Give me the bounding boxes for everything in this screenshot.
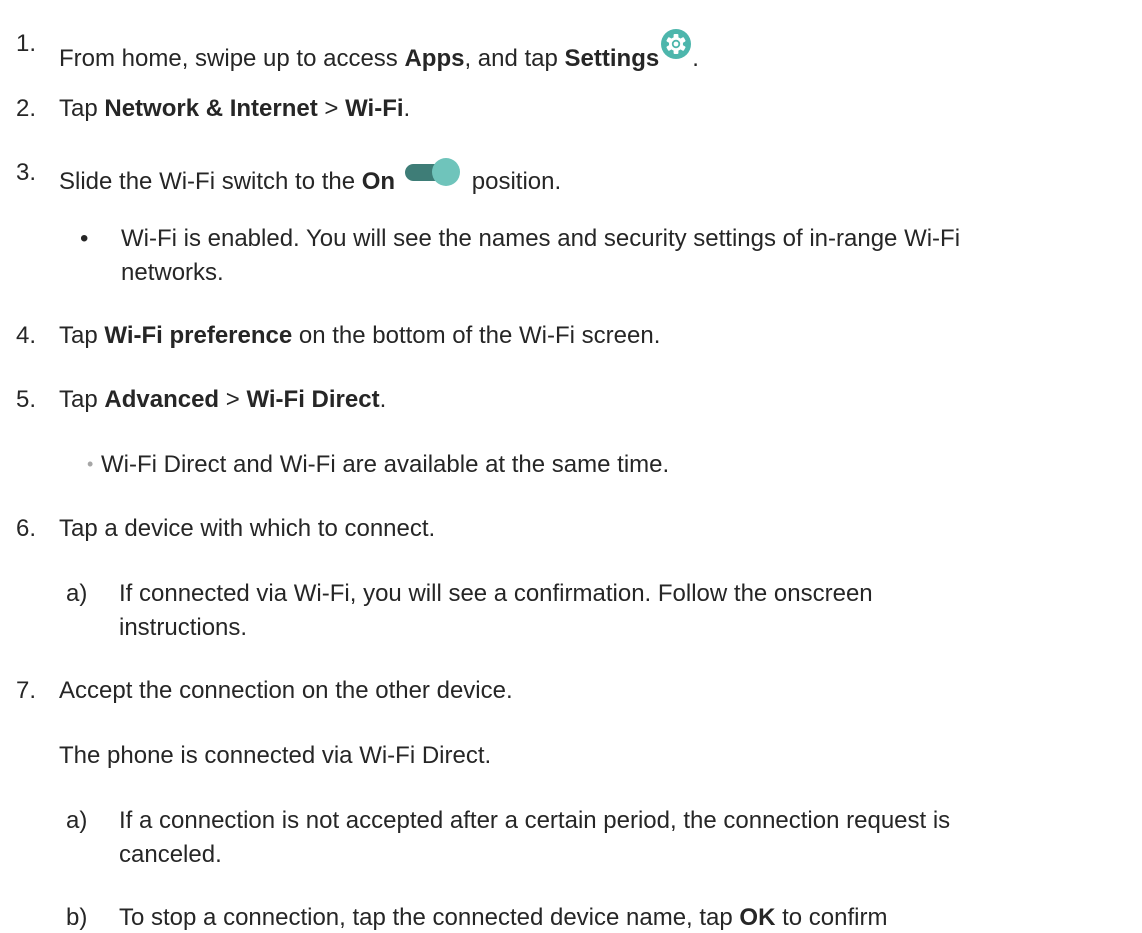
network-internet-label: Network & Internet [104, 95, 318, 122]
step-text: Tap a device with which to connect. [59, 515, 436, 542]
sub-line-1: To stop a connection, tap the connected … [119, 904, 888, 931]
sub-label: b) [66, 904, 88, 931]
instructions-document: 1. From home, swipe up to access Apps, a… [0, 0, 1142, 931]
settings-label: Settings [564, 45, 660, 72]
advanced-label: Advanced [104, 386, 220, 413]
step-number: 7. [16, 677, 37, 704]
note-text: Wi-Fi Direct and Wi-Fi are available at … [101, 451, 670, 478]
step-text: Tap Wi-Fi preference on the bottom of th… [59, 322, 661, 349]
sub-line-2: instructions. [119, 614, 248, 641]
step-number: 1. [16, 30, 37, 57]
step-number: 3. [16, 159, 37, 186]
sub-line-2: canceled. [119, 841, 222, 868]
sub-label: a) [66, 807, 88, 834]
step-text: Tap Network & Internet > Wi-Fi. [59, 95, 411, 122]
gear-icon [659, 28, 692, 76]
note-line-1: Wi-Fi is enabled. You will see the names… [121, 225, 961, 252]
on-label: On [361, 168, 396, 195]
bullet-marker: • [80, 225, 89, 252]
step-number: 5. [16, 386, 37, 413]
note-line-2: networks. [121, 259, 224, 286]
toggle-switch-on-icon [395, 157, 465, 199]
step-number: 6. [16, 515, 37, 542]
step-text: Tap Advanced > Wi-Fi Direct. [59, 386, 387, 413]
sub-line-1: If connected via Wi-Fi, you will see a c… [119, 580, 873, 607]
sub-label: a) [66, 580, 88, 607]
step-number: 2. [16, 95, 37, 122]
result-text: The phone is connected via Wi-Fi Direct. [59, 742, 492, 769]
step-text: From home, swipe up to access Apps, and … [59, 28, 699, 76]
apps-label: Apps [404, 45, 465, 72]
wifi-preference-label: Wi-Fi preference [104, 322, 293, 349]
ok-label: OK [739, 904, 776, 931]
step-text: Slide the Wi-Fi switch to the On positio… [59, 157, 561, 199]
step-text: Accept the connection on the other devic… [59, 677, 513, 704]
wifi-direct-label: Wi-Fi Direct [246, 386, 380, 413]
sub-line-1: If a connection is not accepted after a … [119, 807, 951, 834]
step-number: 4. [16, 322, 37, 349]
bullet-marker: • [87, 454, 94, 474]
wifi-label: Wi-Fi [345, 95, 404, 122]
